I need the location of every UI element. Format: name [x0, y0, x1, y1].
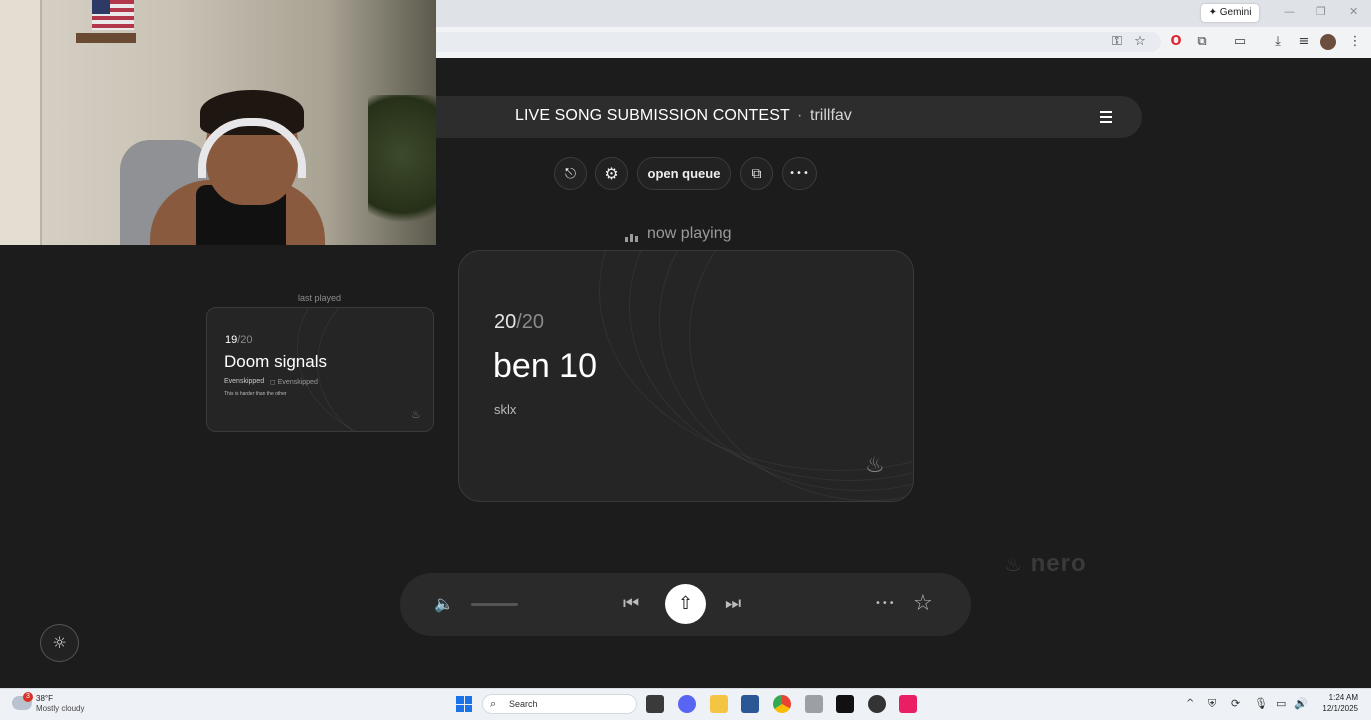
tray-security-icon[interactable]: ⛨	[1208, 697, 1216, 711]
now-card-index: 20	[494, 311, 517, 333]
hamburger-menu-icon[interactable]	[1094, 106, 1118, 128]
nero-wordmark: nero	[1030, 550, 1087, 577]
tray-volume-icon[interactable]: 🔊	[1294, 697, 1308, 710]
file-explorer-icon[interactable]	[710, 695, 728, 713]
tiktok-app-icon[interactable]	[899, 695, 917, 713]
download-icon[interactable]: ⤓	[1269, 33, 1287, 51]
tray-mic-icon[interactable]: 🎙	[1254, 697, 1268, 710]
taskbar-time[interactable]: 1:24 AM	[1322, 693, 1358, 702]
volume-slider[interactable]	[471, 603, 518, 606]
flame-icon: ♨	[865, 453, 885, 478]
sidepanel-icon[interactable]: ▭	[1231, 33, 1249, 51]
volume-icon[interactable]: 🔈	[434, 594, 454, 613]
minimize-button[interactable]: —	[1284, 5, 1295, 18]
tray-network-icon[interactable]: ▭	[1276, 697, 1286, 710]
previous-track-icon[interactable]: ⏮	[623, 593, 639, 614]
taskbar-search-box[interactable]: ⌕ Search	[482, 694, 637, 714]
webcam-plant	[368, 95, 436, 245]
last-card-handle: Evenskipped	[277, 379, 318, 386]
theme-toggle-icon[interactable]: ☼	[40, 624, 79, 662]
tray-sync-icon[interactable]: ⟳	[1231, 697, 1240, 710]
media-icon[interactable]: ≡	[1295, 33, 1313, 51]
instagram-icon: ◻	[270, 378, 276, 386]
last-card-total: /20	[237, 334, 253, 346]
title-separator: ·	[797, 107, 803, 124]
last-card-counter: 19/20	[225, 334, 253, 346]
profile-icon[interactable]	[1320, 34, 1336, 50]
restore-button[interactable]: ❐	[1316, 5, 1326, 18]
open-queue-button[interactable]: open queue	[637, 157, 731, 190]
equalizer-icon	[625, 232, 639, 242]
last-card-note: This is harder than the other	[224, 391, 287, 397]
settings-icon[interactable]: ⚙	[595, 157, 628, 190]
epic-games-icon[interactable]	[836, 695, 854, 713]
favorite-star-icon[interactable]: ☆	[913, 591, 933, 616]
last-played-label: last played	[298, 293, 342, 303]
now-card-song: ben 10	[493, 347, 597, 385]
exit-icon[interactable]: ⎋	[554, 157, 587, 190]
extensions-icon[interactable]: ⧉	[1193, 33, 1211, 51]
weather-desc[interactable]: Mostly cloudy	[36, 704, 84, 713]
last-card-handle-wrap: ◻ Evenskipped	[270, 378, 318, 386]
more-options-icon[interactable]: •••	[782, 157, 817, 190]
webcam-door	[0, 0, 42, 245]
now-card-counter: 20/20	[494, 311, 544, 334]
last-played-card[interactable]: 19/20 Doom signals Evenskipped ◻ Evenski…	[206, 307, 434, 432]
host-name: trillfav	[810, 107, 852, 124]
gemini-button[interactable]: ✦ Gemini	[1201, 4, 1259, 22]
windows-start-icon[interactable]	[456, 696, 472, 712]
webcam-flag-canton	[92, 0, 110, 14]
chrome-app-icon[interactable]	[773, 695, 791, 713]
terminal-app-icon[interactable]	[646, 695, 664, 713]
webcam-overlay	[0, 0, 436, 245]
close-window-button[interactable]: ✕	[1349, 5, 1358, 18]
discord-app-icon[interactable]	[678, 695, 696, 713]
player-more-icon[interactable]: •••	[875, 598, 896, 609]
address-bar[interactable]	[436, 32, 1161, 52]
now-card-artist: sklx	[494, 402, 517, 417]
taskbar-search-label: Search	[509, 699, 538, 709]
last-card-artist: Evenskipped	[224, 378, 265, 385]
flame-icon: ♨	[411, 408, 421, 421]
next-track-icon[interactable]: ⏭	[725, 593, 741, 614]
share-icon[interactable]: ⧉	[740, 157, 773, 190]
search-icon: ⌕	[490, 697, 497, 710]
game-app-icon[interactable]	[805, 695, 823, 713]
star-icon[interactable]: ☆	[1131, 33, 1149, 51]
weather-badge: 3	[23, 692, 33, 702]
weather-temp[interactable]: 38°F	[36, 694, 53, 703]
contest-title: LIVE SONG SUBMISSION CONTEST	[515, 107, 790, 124]
obs-app-icon[interactable]	[868, 695, 886, 713]
taskbar-date[interactable]: 12/1/2025	[1314, 704, 1358, 713]
now-card-total: /20	[516, 311, 545, 333]
store-app-icon[interactable]	[741, 695, 759, 713]
opera-icon[interactable]: O	[1167, 33, 1185, 51]
key-icon[interactable]: ⚿	[1108, 33, 1126, 51]
nero-watermark: ♨ nero	[1004, 550, 1087, 578]
kebab-icon[interactable]: ⋮	[1346, 33, 1364, 51]
now-playing-label: now playing	[647, 225, 732, 242]
now-playing-card: 20/20 ben 10 sklx ♨	[458, 250, 914, 502]
webcam-shelf	[76, 33, 136, 43]
upload-button[interactable]: ⇧	[665, 584, 706, 624]
nero-flame-icon: ♨	[1004, 552, 1023, 576]
tray-chevron-icon[interactable]: ^	[1186, 698, 1194, 709]
last-card-index: 19	[225, 334, 238, 346]
last-card-song: Doom signals	[224, 352, 327, 371]
